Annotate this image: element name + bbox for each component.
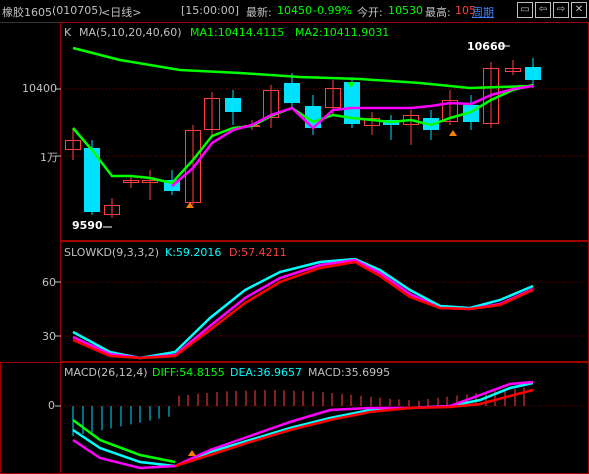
period-label: <日线>: [101, 6, 142, 19]
price-tick-10000: 1万: [40, 151, 58, 164]
macd-title: MACD(26,12,4): [64, 366, 148, 379]
high-label: 最高:: [425, 6, 451, 19]
instrument-code: (010705): [52, 4, 103, 17]
back-icon[interactable]: ⇦: [535, 2, 551, 18]
kd-d-line: [72, 260, 534, 360]
change-percent: -0.99%: [313, 4, 352, 17]
period-link[interactable]: 周期: [472, 4, 494, 20]
macd-left-frame: [0, 362, 61, 474]
instrument-name: 橡胶1605: [2, 6, 52, 19]
candle-body: [225, 98, 241, 112]
ma-long-line: [72, 46, 534, 90]
candle-body: [284, 83, 300, 103]
low-marker: 9590: [72, 219, 103, 232]
ma-green-line: [72, 83, 534, 185]
close-icon[interactable]: ✕: [571, 2, 587, 18]
macd-value: MACD:35.6995: [308, 366, 391, 379]
maximize-icon[interactable]: ▭: [517, 2, 533, 18]
slowkd-title: SLOWKD(9,3,3,2): [64, 246, 160, 259]
price-tick-10400: 10400: [22, 82, 57, 95]
kd-tick-60: 60: [42, 276, 56, 289]
slowkd-k-value: K:59.2016: [165, 246, 222, 259]
macd-dea-value: DEA:36.9657: [230, 366, 302, 379]
candle-body: [525, 67, 541, 80]
high-marker: 10660: [467, 40, 506, 53]
ma-params-label: MA(5,10,20,40,60): [79, 26, 182, 39]
macd-tick-0: 0: [48, 399, 55, 412]
slowkd-d-value: D:57.4211: [229, 246, 287, 259]
ma1-value: MA1:10414.4115: [190, 26, 285, 39]
buy-arrow-icon: [449, 130, 457, 136]
open-label: 今开:: [357, 6, 383, 19]
quote-header: 橡胶1605 (010705) <日线> [15:00:00] 最新: 1045…: [0, 0, 589, 23]
time-label: [15:00:00]: [181, 4, 239, 17]
latest-value: 10450: [277, 4, 312, 17]
ma2-value: MA2:10411.9031: [295, 26, 390, 39]
kline-panel-frame: [60, 22, 589, 241]
kline-title: K: [64, 26, 72, 39]
forward-icon[interactable]: ⇨: [553, 2, 569, 18]
open-value: 10530: [388, 4, 423, 17]
macd-diff-value: DIFF:54.8155: [152, 366, 225, 379]
macd-buy-arrow-icon: [188, 450, 196, 456]
kd-tick-30: 30: [42, 330, 56, 343]
latest-label: 最新:: [246, 6, 272, 19]
